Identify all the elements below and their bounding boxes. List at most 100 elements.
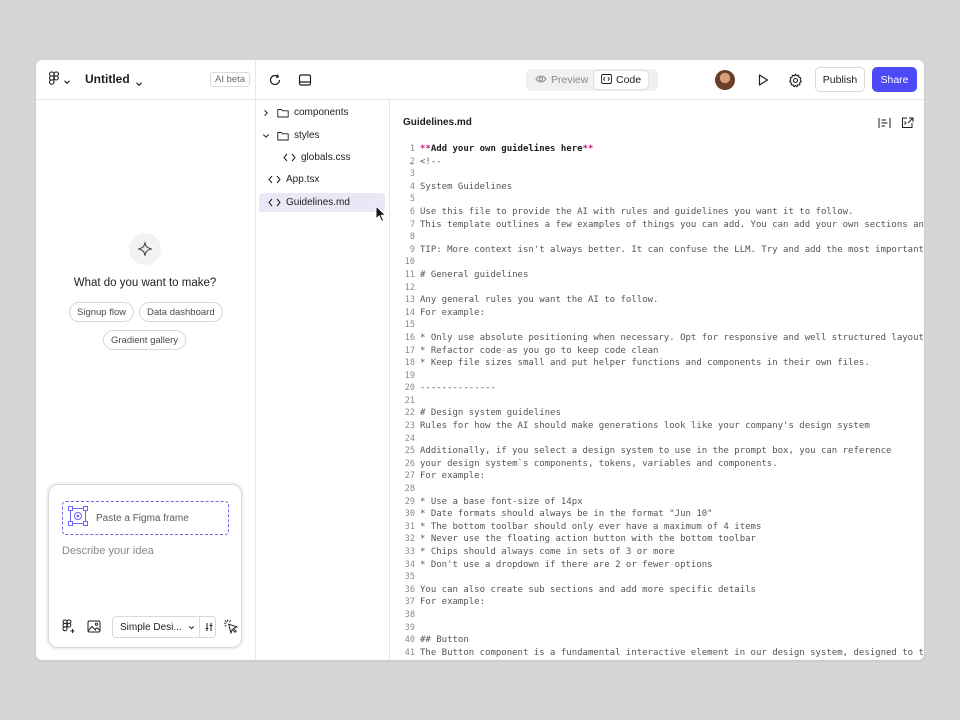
code-line: 29 * Use a base font-size of 14px <box>404 496 583 507</box>
open-external-icon[interactable] <box>900 116 914 130</box>
ai-beta-badge: AI beta <box>210 72 251 87</box>
code-line: 26 your design system`s components, token… <box>404 458 778 469</box>
code-line-text: This template outlines a few examples of… <box>420 219 924 230</box>
tree-item-label: globals.css <box>301 152 351 163</box>
paste-frame-dropzone[interactable]: Paste a Figma frame <box>62 501 229 535</box>
chevron-down-icon <box>63 72 71 90</box>
editor-tab[interactable]: Guidelines.md <box>403 117 472 128</box>
code-line: 4 System Guidelines <box>409 181 513 192</box>
code-line: 40 ## Button <box>404 635 469 646</box>
refresh-icon[interactable] <box>267 72 283 88</box>
tree-item-guidelines-md[interactable]: Guidelines.md <box>259 193 385 212</box>
code-line-text: Use this file to provide the AI with rul… <box>420 206 854 217</box>
code-line: 8 <box>409 232 415 243</box>
tree-item-components[interactable]: components <box>259 103 385 122</box>
figma-make-icon <box>129 233 161 265</box>
title-chevron-down-icon[interactable] <box>135 74 143 92</box>
code-tab-label: Code <box>616 74 642 86</box>
top-bar: Untitled AI beta Preview Code Publish Sh… <box>36 60 924 100</box>
paste-frame-label: Paste a Figma frame <box>96 512 189 524</box>
code-line: 37 For example: <box>404 597 486 608</box>
code-line-text: your design system`s components, tokens,… <box>420 458 778 469</box>
code-line: 7 This template outlines a few examples o… <box>390 219 924 232</box>
code-line-text: * Use a base font-size of 14px <box>420 496 583 507</box>
code-line-text: # General guidelines <box>420 269 529 280</box>
code-line: 17 * Refactor code as you go to keep code… <box>404 345 659 356</box>
code-line: 38 <box>404 609 415 620</box>
code-line-text: For example: <box>420 307 486 318</box>
prompt-input[interactable]: Describe your idea <box>62 545 154 557</box>
file-title[interactable]: Untitled <box>85 72 130 86</box>
code-line-text: * Only use absolute positioning when nec… <box>420 332 924 343</box>
tree-item-label: Guidelines.md <box>286 197 350 208</box>
chevron-down-icon[interactable] <box>259 133 273 139</box>
code-line: 35 <box>404 572 415 583</box>
code-line-text: For example: <box>420 597 486 608</box>
code-line-text: * Date formats should always be in the f… <box>420 509 713 520</box>
code-line-text: * The bottom toolbar should only ever ha… <box>420 521 762 532</box>
code-line-text: * Don't use a dropdown if there are 2 or… <box>420 559 713 570</box>
chevron-down-icon <box>186 625 195 630</box>
top-bar-left: Untitled AI beta <box>36 60 256 100</box>
suggestion-chip[interactable]: Signup flow <box>69 302 135 322</box>
tree-item-styles[interactable]: styles <box>259 126 385 145</box>
code-line-text: * Never use the floating action button w… <box>420 534 756 545</box>
code-line-text: <!-- <box>420 156 442 167</box>
code-line: 2 ⌄ <!-- <box>409 156 442 169</box>
design-system-select[interactable]: Simple Desi... <box>112 616 216 638</box>
code-line-text: * Chips should always come in sets of 3 … <box>420 547 675 557</box>
main-menu-button[interactable] <box>48 71 71 90</box>
tree-item-globals-css[interactable]: globals.css <box>259 148 385 167</box>
figma-attach-icon[interactable] <box>61 618 77 634</box>
play-icon[interactable] <box>755 72 771 88</box>
code-content[interactable]: 1 **Add your own guidelines here** 2 ⌄ <!--… <box>390 143 924 659</box>
code-line-text: System Guidelines <box>420 181 513 192</box>
suggestion-chip[interactable]: Data dashboard <box>139 302 223 322</box>
code-line-text: # Design system guidelines <box>420 408 561 419</box>
code-line: 25 Additionally, if you select a design s… <box>404 446 892 457</box>
code-line: 5 <box>409 194 415 205</box>
image-icon[interactable] <box>86 618 102 634</box>
frame-icon <box>68 505 88 532</box>
send-sparkle-icon[interactable] <box>223 618 239 634</box>
code-file-icon <box>268 198 281 207</box>
code-line: 9 TIP: More context isn't always better. … <box>409 244 924 255</box>
tree-item-app-tsx[interactable]: App.tsx <box>259 170 385 189</box>
preview-tab[interactable]: Preview <box>528 71 595 89</box>
file-tree: components styles globals.css App.tsx Gu… <box>256 100 390 660</box>
code-line: 20 -------------- <box>404 383 496 394</box>
code-line-text: Additionally, if you select a design sys… <box>420 446 892 457</box>
code-line: 28 <box>404 484 415 495</box>
code-tab[interactable]: Code <box>594 71 649 89</box>
panel-toggle-icon[interactable] <box>297 72 313 88</box>
eye-icon <box>535 74 547 87</box>
view-mode-toggle: Preview Code <box>526 69 658 91</box>
code-line: 16 * Only use absolute positioning when n… <box>390 332 924 345</box>
code-line: 12 <box>404 282 415 293</box>
code-line: 32 * Never use the floating action button… <box>404 534 756 545</box>
folder-icon <box>277 108 289 118</box>
preview-tab-label: Preview <box>551 74 589 86</box>
suggestion-chip[interactable]: Gradient gallery <box>103 330 187 350</box>
tree-item-label: styles <box>294 130 320 141</box>
style-settings-icon[interactable] <box>204 622 215 632</box>
publish-button[interactable]: Publish <box>815 67 865 92</box>
code-line: 19 <box>404 370 415 381</box>
code-line: 30 * Date formats should always be in the… <box>404 509 713 520</box>
fold-chevron-icon[interactable]: ⌄ <box>409 156 413 169</box>
prompt-box: Paste a Figma frame Describe your idea S… <box>48 484 242 648</box>
code-line: 27 For example: <box>404 471 486 482</box>
code-line: 36 You can also create sub sections and a… <box>404 584 756 595</box>
code-line: 31 * The bottom toolbar should only ever … <box>404 521 762 532</box>
share-button[interactable]: Share <box>872 67 917 92</box>
code-line: 10 <box>404 257 415 268</box>
code-line: 33 * Chips should always come in sets of … <box>404 547 675 557</box>
avatar[interactable] <box>715 70 735 90</box>
app-window: Untitled AI beta Preview Code Publish Sh… <box>36 60 924 660</box>
code-line-text: Any general rules you want the AI to fol… <box>420 295 659 306</box>
chevron-right-icon[interactable] <box>259 109 273 117</box>
code-line: 34 * Don't use a dropdown if there are 2 … <box>404 559 713 570</box>
design-system-select-label: Simple Desi... <box>120 621 182 633</box>
gear-icon[interactable] <box>787 72 803 88</box>
format-icon[interactable] <box>877 116 891 130</box>
